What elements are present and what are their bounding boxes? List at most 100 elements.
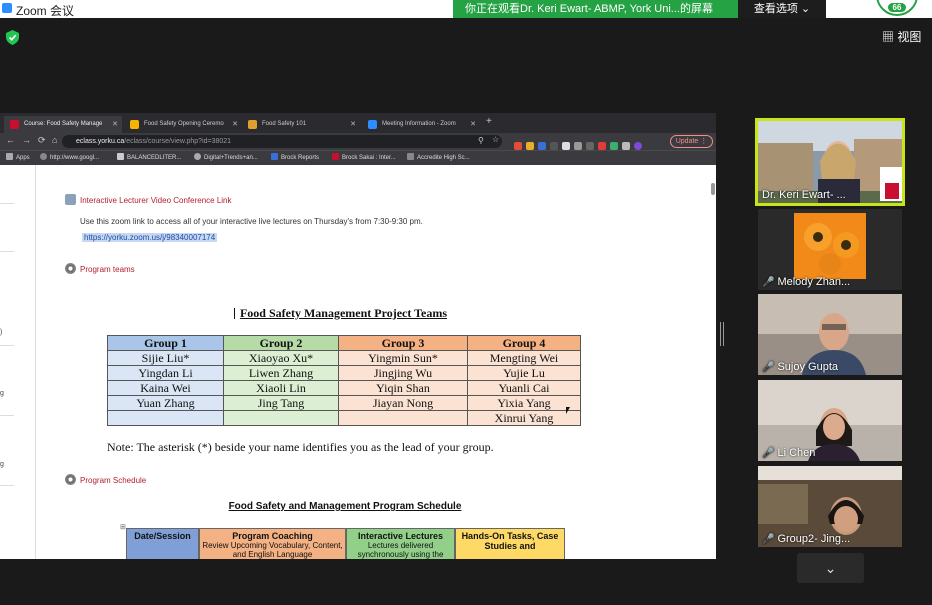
teams-title: Food Safety Management Project Teams — [239, 306, 448, 320]
extension-icon[interactable] — [610, 142, 618, 150]
close-tab-icon[interactable]: ✕ — [470, 116, 476, 133]
extension-icon[interactable] — [514, 142, 522, 150]
schedule-header: Date/Session — [126, 528, 199, 559]
schedule-header: Program Coaching Review Upcoming Vocabula… — [199, 528, 346, 559]
reload-icon[interactable]: ⟳ — [38, 135, 46, 146]
member-cell: Yingdan Li — [107, 365, 224, 381]
member-cell: Xiaoyao Xu* — [223, 350, 339, 366]
split-view-handle[interactable] — [720, 322, 724, 346]
view-options-button[interactable]: 查看选项 ⌄ — [738, 0, 826, 18]
tab-label: Food Safety 101 — [262, 121, 307, 127]
member-cell — [107, 410, 224, 426]
table-row: Sijie Liu* Xiaoyao Xu* Yingmin Sun* Meng… — [107, 350, 581, 366]
bookmark-balancedliter[interactable]: BALANCEDLITER... — [117, 153, 181, 161]
address-bar-row: ← → ⟳ ⌂ eclass.yorku.ca/eclass/course/vi… — [0, 133, 716, 150]
scroll-participants-down-icon[interactable]: ⌄ — [797, 553, 864, 583]
extension-icon[interactable] — [574, 142, 582, 150]
video-tile-speaker[interactable]: Dr. Keri Ewart- ... — [755, 118, 905, 206]
member-cell: Jing Tang — [223, 395, 339, 411]
extensions-puzzle-icon[interactable] — [622, 142, 630, 150]
back-icon[interactable]: ← — [6, 135, 15, 145]
bookmark-accredite[interactable]: Accredite High Sc... — [407, 153, 470, 161]
video-tile[interactable]: 🎤 Li Chen — [758, 380, 902, 461]
video-tile[interactable]: 🎤 Group2- Jing... — [758, 466, 902, 547]
member-cell: Xinrui Yang — [467, 410, 581, 426]
muted-mic-icon: 🎤 — [762, 448, 775, 459]
new-tab-icon[interactable]: + — [486, 116, 492, 127]
muted-mic-icon: 🎤 — [762, 362, 775, 373]
shield-icon[interactable] — [6, 30, 19, 45]
extension-icon[interactable] — [538, 142, 546, 150]
close-tab-icon[interactable]: ✕ — [232, 116, 238, 133]
lecturer-link[interactable]: Interactive Lecturer Video Conference Li… — [65, 194, 232, 205]
tab-opening-ceremony[interactable]: Food Safety Opening Ceremo ✕ — [124, 116, 242, 133]
participant-name-row: 🎤 Melody Zhan... — [762, 276, 850, 288]
participant-name: Melody Zhan... — [777, 276, 851, 288]
group-header: Group 4 — [467, 335, 581, 351]
sidebar-text: g — [0, 390, 4, 397]
page-scrollbar[interactable] — [711, 183, 715, 195]
tab-label: Food Safety Opening Ceremo — [144, 121, 224, 127]
bookmark-star-icon[interactable]: ☆ — [492, 135, 499, 144]
bookmark-digital-trends[interactable]: Digital+Trends+an... — [194, 153, 258, 161]
participant-name: Sujoy Gupta — [777, 361, 838, 373]
bookmark-google[interactable]: http://www.googl... — [40, 153, 99, 161]
divider — [0, 415, 14, 416]
member-cell: Xiaoli Lin — [223, 380, 339, 396]
video-resource-icon — [65, 194, 76, 205]
video-tile[interactable]: 🎤 Sujoy Gupta — [758, 294, 902, 375]
member-cell — [338, 410, 468, 426]
program-schedule-link[interactable]: Program Schedule — [65, 474, 146, 485]
member-cell: Yuan Zhang — [107, 395, 224, 411]
update-button[interactable]: Update ⋮ — [670, 135, 713, 148]
profile-avatar-icon[interactable] — [634, 142, 642, 150]
close-tab-icon[interactable]: ✕ — [112, 116, 118, 133]
table-row: Yingdan Li Liwen Zhang Jingjing Wu Yujie… — [107, 365, 581, 381]
folder-icon — [407, 153, 414, 160]
forward-icon[interactable]: → — [22, 135, 31, 145]
window-title: Zoom 会议 — [16, 4, 75, 18]
bookmark-brock-reports[interactable]: Brock Reports — [271, 153, 319, 161]
lecture-description: Use this zoom link to access all of your… — [80, 217, 423, 226]
globe-icon — [194, 153, 201, 160]
divider — [0, 251, 14, 252]
camera-extension-icon[interactable] — [562, 142, 570, 150]
schedule-header: Hands-On Tasks, Case Studies and — [455, 528, 565, 559]
browser-tab-strip: Course: Food Safety Manage ✕ Food Safety… — [0, 113, 716, 133]
bookmark-apps[interactable]: Apps — [6, 153, 30, 161]
mouse-pointer-icon — [566, 407, 570, 414]
tab-food-safety-101[interactable]: Food Safety 101 ✕ — [242, 116, 360, 133]
extension-icon[interactable] — [550, 142, 558, 150]
building-icon — [117, 153, 124, 160]
divider — [0, 485, 14, 486]
course-sidebar: ) g g — [0, 165, 36, 559]
program-teams-link[interactable]: Program teams — [65, 263, 135, 274]
text-cursor — [234, 308, 235, 319]
apps-grid-icon — [6, 153, 13, 160]
zoom-url-link[interactable]: https://yorku.zoom.us/j/98340007174 — [82, 233, 218, 242]
tab-course[interactable]: Course: Food Safety Manage ✕ — [4, 116, 122, 133]
video-tile[interactable]: 🎤 Melody Zhan... — [758, 209, 902, 290]
teams-table: Group 1 Group 2 Group 3 Group 4 Sijie Li… — [107, 335, 581, 426]
tab-meeting-information[interactable]: Meeting Information - Zoom ✕ — [362, 116, 480, 133]
close-tab-icon[interactable]: ✕ — [350, 116, 356, 133]
home-icon[interactable]: ⌂ — [52, 135, 57, 145]
table-row: Yuan Zhang Jing Tang Jiayan Nong Yixia Y… — [107, 395, 581, 411]
url-path: /eclass/course/view.php?id=38021 — [124, 138, 232, 145]
participant-name-row: 🎤 Li Chen — [762, 447, 815, 459]
zoom-icon[interactable]: ⚲ — [478, 136, 484, 145]
table-move-handle-icon[interactable]: ⊞ — [120, 523, 126, 531]
group-header: Group 2 — [223, 335, 339, 351]
brock-icon — [271, 153, 278, 160]
bookmark-brock-sakai[interactable]: Brock Sakai : Inter... — [332, 153, 396, 161]
participant-name: Dr. Keri Ewart- ... — [762, 189, 846, 201]
course-page: ) g g Interactive Lecturer Video Confere… — [0, 165, 716, 559]
extension-icon[interactable] — [526, 142, 534, 150]
url-field[interactable]: eclass.yorku.ca/eclass/course/view.php?i… — [62, 135, 502, 148]
sidebar-text: g — [0, 461, 4, 468]
extension-icon[interactable] — [598, 142, 606, 150]
view-layout-button[interactable]: ▦ 视图 — [882, 28, 921, 45]
tab-favicon-icon — [368, 120, 377, 129]
group-header: Group 3 — [338, 335, 468, 351]
extension-icon[interactable] — [586, 142, 594, 150]
